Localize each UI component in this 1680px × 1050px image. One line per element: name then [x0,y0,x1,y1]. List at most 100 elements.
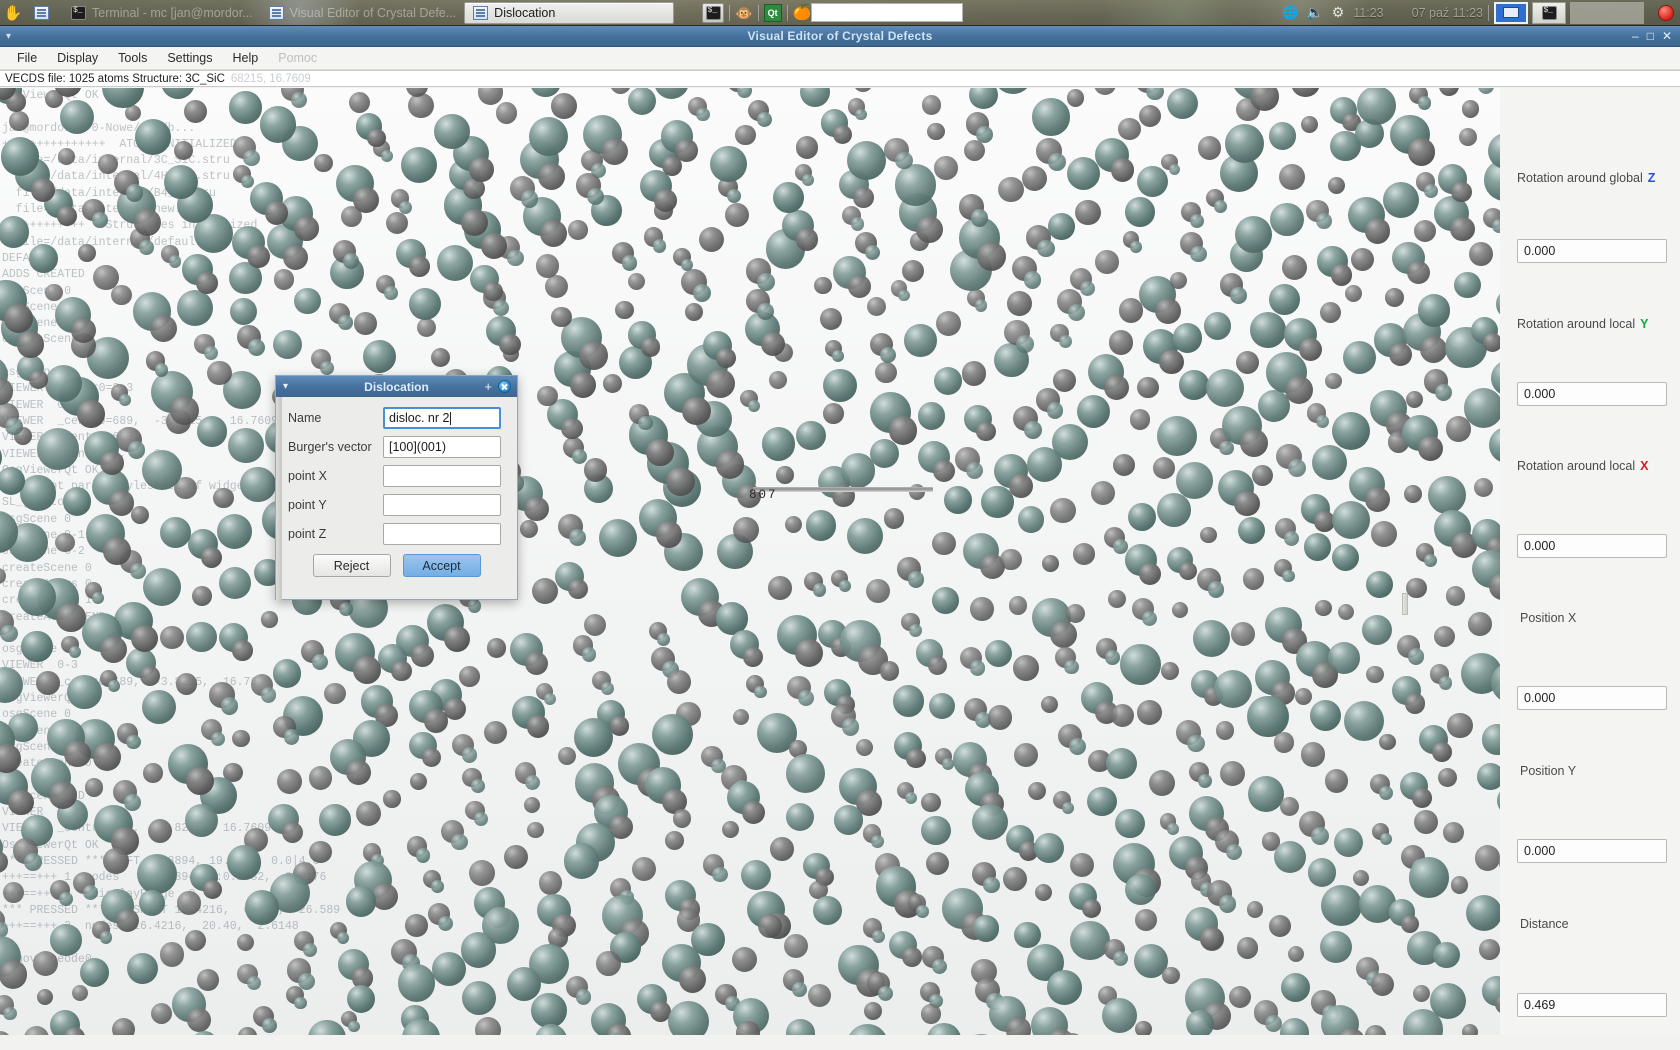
atom-sphere [97,153,118,175]
hand-icon[interactable]: ✋ [0,2,26,24]
atom-sphere [1269,914,1292,937]
atom-sphere [1461,100,1480,118]
atom-sphere [983,876,1000,894]
menu-item-help[interactable]: Help [224,48,268,68]
taskbar-search-input[interactable] [811,3,964,22]
atom-sphere [784,934,809,959]
atom-sphere [142,689,177,724]
field-rotation-global-z[interactable]: 0.000 [1517,239,1667,263]
atom-sphere [210,731,226,747]
atom-sphere [474,812,489,827]
axis-x-glyph: X [1640,459,1649,473]
taskbar-window-file-manager[interactable] [26,2,63,24]
viewport-splitter-handle[interactable] [1402,593,1408,615]
dialog-titlebar[interactable]: ▾ Dislocation + [276,376,517,397]
atom-sphere [353,187,380,214]
atom-sphere [535,254,560,278]
minimize-button[interactable]: – [1632,29,1639,43]
atom-sphere [740,860,772,891]
dislocation-dialog[interactable]: ▾ Dislocation + Name disloc. nr 2 Burger… [275,375,518,601]
atom-sphere [879,660,900,681]
atom-sphere [273,659,302,688]
atom-sphere [784,515,803,533]
name-input[interactable]: disloc. nr 2 [383,407,501,429]
atom-sphere [657,633,670,646]
reject-button[interactable]: Reject [312,554,391,577]
accept-button[interactable]: Accept [402,554,481,577]
crystal-viewport[interactable]: OsgViewerQt OK jan@mordor:~/0-Nowe/AAS/b… [0,88,1500,1035]
divider [1488,4,1489,21]
atom-sphere [262,1018,278,1034]
workspace-switcher[interactable] [1494,1,1528,24]
taskbar-window-terminal[interactable]: Terminal - mc [jan@mordor... [63,2,261,24]
atom-sphere [1284,530,1300,546]
atom-sphere [451,833,468,851]
firefox-icon[interactable]: 🍊 [793,2,812,24]
atom-sphere [846,518,883,555]
field-rotation-local-y[interactable]: 0.000 [1517,382,1667,406]
atom-sphere [795,136,819,159]
field-distance[interactable]: 0.469 [1517,993,1667,1017]
atom-sphere [186,767,214,796]
dialog-expand-icon[interactable]: + [484,380,492,393]
taskbar-window-vecds[interactable]: Visual Editor of Crystal Defe... [261,2,465,24]
menu-item-settings[interactable]: Settings [158,48,221,68]
atom-sphere [348,91,371,113]
gear-icon[interactable]: ⚙ [1332,2,1345,24]
atom-sphere [24,1025,50,1035]
maximize-button[interactable]: □ [1647,29,1654,43]
menu-item-display[interactable]: Display [48,48,107,68]
atom-sphere [438,915,454,932]
point-z-input[interactable] [383,523,501,545]
atom-sphere [1040,695,1059,714]
dialog-grip[interactable] [276,397,282,601]
atom-sphere [229,297,257,325]
atom-sphere [1328,176,1346,194]
atom-sphere [1073,543,1095,565]
atom-sphere [760,332,785,357]
menu-item-tools[interactable]: Tools [109,48,156,68]
atom-sphere [1449,216,1475,242]
atom-sphere [1343,700,1385,741]
record-indicator[interactable] [1658,4,1674,21]
menu-item-file[interactable]: File [8,48,46,68]
file-manager-icon [34,5,49,20]
close-icon[interactable] [498,380,511,393]
field-position-y[interactable]: 0.000 [1517,839,1667,863]
atom-sphere [1141,610,1157,627]
atom-sphere [685,303,704,322]
volume-icon[interactable]: 🔈 [1306,2,1323,24]
point-y-input[interactable] [383,494,501,516]
atom-sphere [1357,88,1397,126]
atom-sphere [970,597,994,621]
htop-monkey-icon[interactable]: 🐵 [735,2,752,24]
atom-sphere [1158,349,1184,375]
window-titlebar[interactable]: ▾ Visual Editor of Crystal Defects – □ ✕ [0,26,1680,47]
taskbar-terminal-button[interactable] [1532,1,1566,24]
dialog-body: Name disloc. nr 2 Burger's vector [100](… [276,397,517,577]
atom-sphere [673,809,692,828]
atom-sphere [0,1031,13,1035]
atom-sphere [1418,294,1451,327]
atom-sphere [1148,769,1175,796]
field-row-burgers-vector: Burger's vector [100](001) [288,436,505,458]
atom-sphere [175,672,198,695]
atom-sphere [587,187,605,205]
atom-sphere [468,599,482,613]
atom-sphere [598,519,637,558]
terminal-launcher-icon[interactable] [702,2,725,23]
burgers-vector-input[interactable]: [100](001) [383,436,501,458]
field-rotation-local-x[interactable]: 0.000 [1517,534,1667,558]
field-position-x[interactable]: 0.000 [1517,686,1667,710]
atom-sphere [283,729,300,745]
atom-sphere [1417,96,1432,110]
atom-sphere [1304,533,1332,561]
taskbar-window-dislocation[interactable]: Dislocation [464,1,675,24]
qt-assistant-icon[interactable]: Qt [763,3,782,22]
atom-sphere [82,884,99,900]
close-button[interactable]: ✕ [1662,29,1672,43]
atom-sphere [583,458,608,482]
network-icon[interactable]: 🌐 [1282,2,1298,24]
point-x-input[interactable] [383,465,501,487]
atom-sphere [892,685,925,717]
